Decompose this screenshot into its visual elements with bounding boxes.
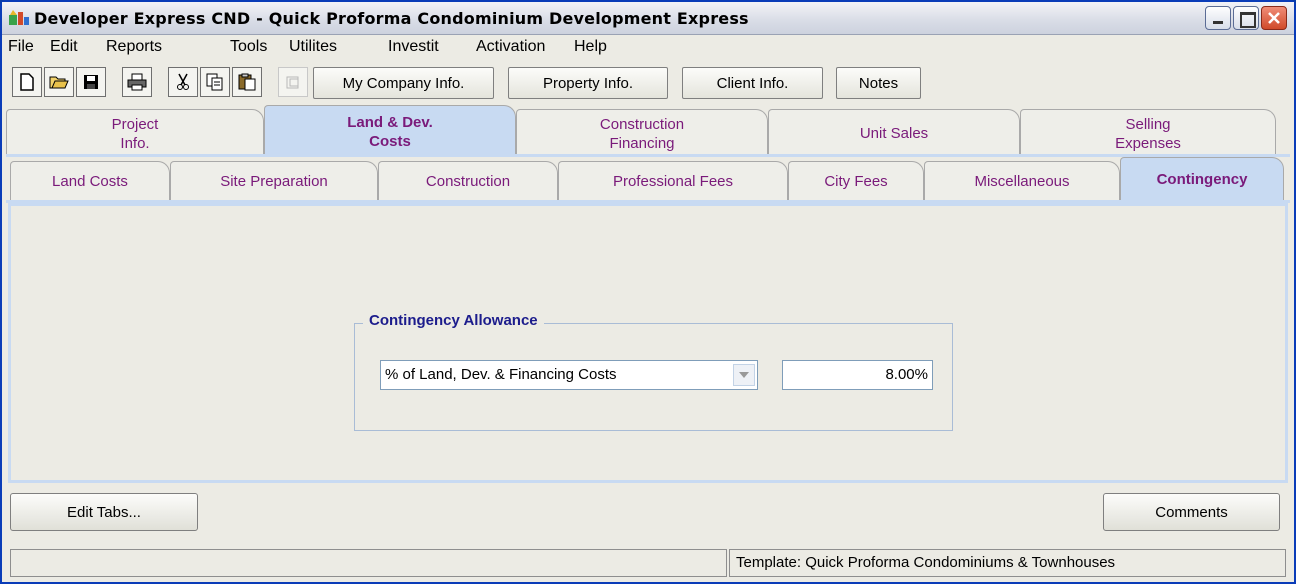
application-window: Developer Express CND - Quick Proforma C…	[0, 0, 1296, 584]
maximize-button[interactable]	[1233, 6, 1259, 30]
contingency-panel: Contingency Allowance % of Land, Dev. & …	[8, 203, 1288, 483]
menu-activation[interactable]: Activation	[476, 38, 545, 56]
edit-tabs-button[interactable]: Edit Tabs...	[10, 493, 198, 531]
minimize-button[interactable]	[1205, 6, 1231, 30]
tab-label-line1: Selling	[1125, 115, 1171, 133]
contingency-allowance-group: Contingency Allowance % of Land, Dev. & …	[354, 312, 953, 431]
subtab-miscellaneous[interactable]: Miscellaneous	[924, 161, 1120, 201]
subtab-professional-fees[interactable]: Professional Fees	[558, 161, 788, 201]
comments-button[interactable]: Comments	[1103, 493, 1280, 531]
group-title: Contingency Allowance	[363, 312, 544, 329]
tab-label-line2: Financing	[609, 134, 675, 152]
close-icon	[1268, 12, 1280, 24]
status-bar: Template: Quick Proforma Condominiums & …	[10, 549, 1286, 577]
new-button[interactable]	[12, 67, 42, 97]
tab-construction-financing[interactable]: Construction Financing	[516, 109, 768, 157]
tab-label-line1: Land & Dev.	[347, 113, 433, 131]
menu-edit[interactable]: Edit	[50, 38, 78, 56]
contingency-basis-select[interactable]: % of Land, Dev. & Financing Costs	[380, 360, 758, 390]
status-left	[10, 549, 727, 577]
tab-label-line2: Info.	[120, 134, 150, 152]
paste-icon	[238, 73, 256, 91]
subtab-city-fees[interactable]: City Fees	[788, 161, 924, 201]
tab-label-line1: Project	[111, 115, 159, 133]
copy-icon	[206, 73, 223, 91]
menu-help[interactable]: Help	[574, 38, 607, 56]
dropdown-button[interactable]	[733, 364, 755, 386]
copy-button[interactable]	[200, 67, 230, 97]
selected-basis: % of Land, Dev. & Financing Costs	[385, 366, 617, 383]
tab-unit-sales[interactable]: Unit Sales	[768, 109, 1020, 157]
notes-button[interactable]: Notes	[836, 67, 921, 99]
disabled-tool-button	[278, 67, 308, 97]
tab-selling-expenses[interactable]: Selling Expenses	[1020, 109, 1276, 157]
my-company-info-button[interactable]: My Company Info.	[313, 67, 494, 99]
subtab-site-preparation[interactable]: Site Preparation	[170, 161, 378, 201]
tab-project-info[interactable]: Project Info.	[6, 109, 264, 157]
window-title: Developer Express CND - Quick Proforma C…	[34, 9, 749, 28]
menu-tools[interactable]: Tools	[230, 38, 267, 56]
property-info-button[interactable]: Property Info.	[508, 67, 668, 99]
contingency-percent-field[interactable]: 8.00%	[782, 360, 933, 390]
subtab-land-costs[interactable]: Land Costs	[10, 161, 170, 201]
paste-button[interactable]	[232, 67, 262, 97]
save-disk-icon	[84, 75, 98, 89]
maximize-icon	[1240, 12, 1256, 28]
menu-investit[interactable]: Investit	[388, 38, 439, 56]
open-folder-icon	[49, 76, 69, 89]
cut-button[interactable]	[168, 67, 198, 97]
new-document-icon	[20, 73, 34, 91]
tab-label: Unit Sales	[859, 125, 929, 142]
menu-file[interactable]: File	[8, 38, 34, 56]
toolbar: My Company Info. Property Info. Client I…	[2, 61, 1294, 105]
tab-label-line1: Construction	[599, 115, 685, 133]
chevron-down-icon	[739, 372, 749, 378]
title-bar[interactable]: Developer Express CND - Quick Proforma C…	[2, 2, 1294, 35]
disabled-tool-icon	[286, 76, 299, 89]
main-tab-strip: Project Info. Land & Dev. Costs Constructi…	[2, 105, 1294, 157]
subtab-contingency[interactable]: Contingency	[1120, 157, 1284, 201]
print-icon	[127, 73, 147, 91]
menu-bar: File Edit Reports Tools Utilites Investi…	[2, 35, 1294, 61]
close-button[interactable]	[1261, 6, 1287, 30]
tab-land-dev-costs[interactable]: Land & Dev. Costs	[264, 105, 516, 157]
subtab-construction[interactable]: Construction	[378, 161, 558, 201]
status-template: Template: Quick Proforma Condominiums & …	[729, 549, 1286, 577]
cut-scissors-icon	[177, 73, 189, 90]
tab-label-line2: Costs	[369, 132, 411, 150]
client-info-button[interactable]: Client Info.	[682, 67, 823, 99]
save-button[interactable]	[76, 67, 106, 97]
tab-label-line2: Expenses	[1115, 134, 1181, 152]
menu-reports[interactable]: Reports	[106, 38, 162, 56]
app-logo-icon	[9, 10, 29, 25]
minimize-icon	[1213, 21, 1223, 24]
print-button[interactable]	[122, 67, 152, 97]
menu-utilites[interactable]: Utilites	[289, 38, 337, 56]
open-button[interactable]	[44, 67, 74, 97]
